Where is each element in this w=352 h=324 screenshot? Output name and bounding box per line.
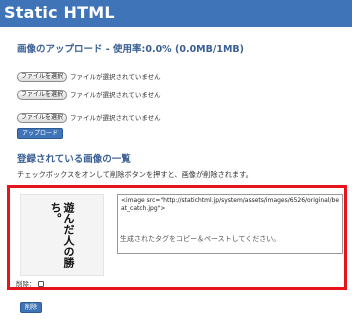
- image-list-title: 登録されている画像の一覧: [17, 154, 131, 165]
- image-item: 遊んだ人の勝ち。 <image src="http://statichtml.j…: [7, 185, 347, 290]
- file-input-row: ファイルを選択 ファイルが選択されていません: [17, 84, 161, 100]
- app-title: Static HTML: [4, 3, 115, 22]
- app-header: Static HTML: [0, 0, 352, 27]
- file-status: ファイルが選択されていません: [70, 90, 161, 99]
- choose-file-button[interactable]: ファイルを選択: [17, 89, 68, 100]
- delete-checkbox[interactable]: [37, 281, 44, 287]
- choose-file-button[interactable]: ファイルを選択: [17, 71, 68, 82]
- image-thumbnail[interactable]: 遊んだ人の勝ち。: [20, 194, 104, 276]
- file-status: ファイルが選択されていません: [70, 72, 161, 81]
- delete-checkbox-row: 削除：: [16, 278, 44, 288]
- choose-file-button[interactable]: ファイルを選択: [17, 112, 68, 123]
- upload-button[interactable]: アップロード: [17, 128, 64, 139]
- image-tag-textarea[interactable]: <image src="http://statichtml.jp/system/…: [117, 194, 343, 254]
- file-input-row: ファイルを選択 ファイルが選択されていません: [17, 66, 161, 82]
- thumbnail-text: 遊んだ人の勝ち。: [49, 202, 75, 268]
- file-status: ファイルが選択されていません: [70, 113, 161, 122]
- file-input-row: ファイルを選択 ファイルが選択されていません: [17, 107, 161, 123]
- delete-button[interactable]: 削除: [20, 302, 43, 313]
- copy-hint: 生成されたタグをコピー＆ペーストしてください。: [120, 235, 281, 243]
- delete-checkbox-label: 削除：: [16, 280, 36, 288]
- upload-section-title: 画像のアップロード - 使用率:0.0% (0.0MB/1MB): [17, 44, 244, 55]
- delete-instruction: チェックボックスをオンして削除ボタンを押すと、画像が削除されます。: [17, 170, 253, 179]
